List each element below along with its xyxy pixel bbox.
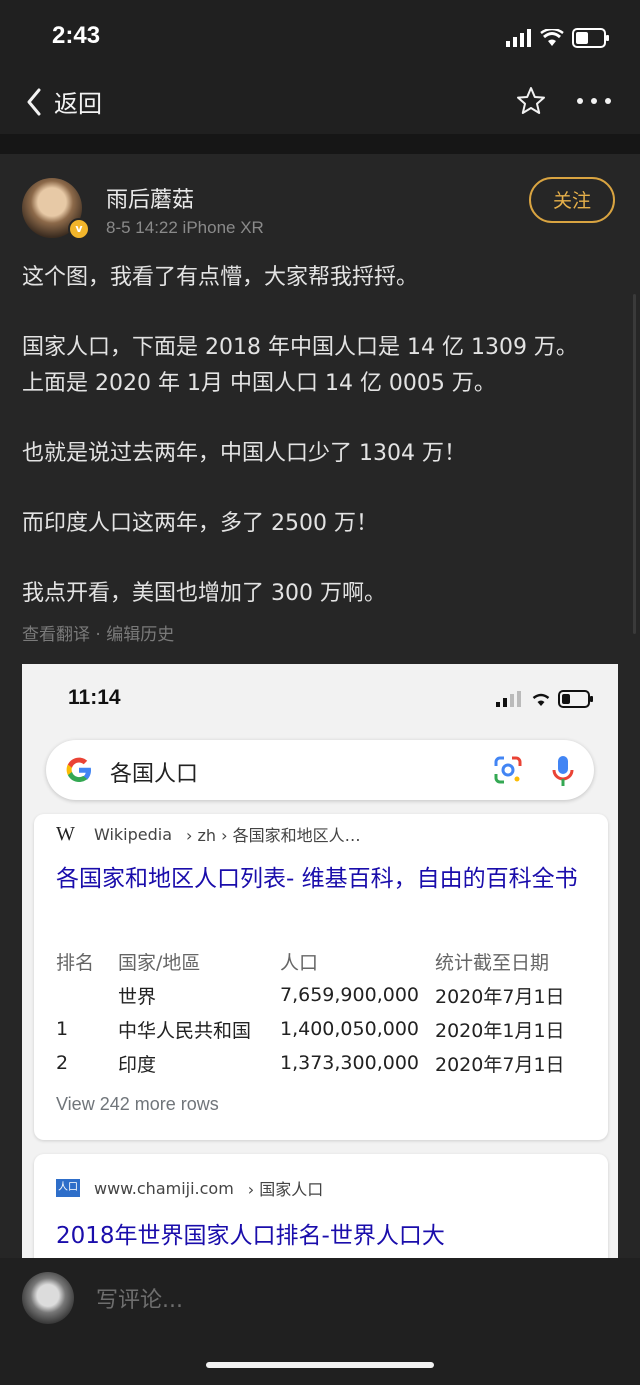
source-path: › 国家人口: [247, 1180, 324, 1199]
view-more-rows-link[interactable]: View 242 more rows: [56, 1094, 219, 1115]
divider: [0, 134, 640, 154]
source-site: www.chamiji.com: [94, 1178, 234, 1198]
image-status-time: 11:14: [68, 686, 121, 709]
google-search-box[interactable]: 各国人口: [46, 740, 594, 800]
result-source: W Wikipedia › zh › 各国家和地区人…: [56, 822, 361, 846]
search-result-wikipedia[interactable]: W Wikipedia › zh › 各国家和地区人… 各国家和地区人口列表- …: [34, 814, 608, 1140]
table-cell: 2020年1月1日: [435, 1019, 565, 1042]
table-header: 排名: [56, 951, 95, 974]
table-row: 1 中华人民共和国 1,400,050,000 2020年1月1日: [56, 1012, 605, 1046]
comment-input[interactable]: 写评论...: [96, 1282, 183, 1314]
table-cell: 世界: [118, 985, 157, 1008]
comment-bar: 写评论...: [0, 1258, 640, 1385]
signal-icon: [496, 691, 521, 707]
google-lens-icon[interactable]: [492, 754, 524, 786]
battery-icon: [558, 690, 593, 708]
table-header: 人口: [280, 951, 319, 974]
user-avatar[interactable]: [22, 1272, 74, 1324]
back-label: 返回: [54, 90, 102, 118]
post-paragraph: 这个图，我看了有点懵，大家帮我捋捋。: [22, 265, 419, 290]
scrollbar[interactable]: [633, 294, 636, 634]
signal-icon: [506, 29, 531, 47]
nav-bar: 返回: [0, 72, 640, 134]
table-header: 国家/地區: [118, 951, 201, 974]
wifi-icon: [532, 693, 550, 706]
table-cell: 2: [56, 1052, 69, 1074]
site-favicon-icon: 人口: [56, 1179, 80, 1197]
post-paragraph: 也就是说过去两年，中国人口少了 1304 万！: [22, 441, 466, 466]
table-cell: [56, 978, 118, 1012]
battery-icon: [572, 28, 609, 48]
population-table: 排名 国家/地區 人口 统计截至日期 世界 7,659,900,000 2020…: [56, 944, 605, 1080]
table-cell: 1,400,050,000: [280, 1018, 420, 1040]
table-cell: 中华人民共和国: [118, 1019, 252, 1042]
star-icon[interactable]: [516, 86, 546, 116]
translate-history-links[interactable]: 查看翻译 · 编辑历史: [22, 620, 174, 645]
status-icons: [506, 28, 610, 48]
table-cell: 1,373,300,000: [280, 1052, 420, 1074]
chevron-left-icon: [27, 88, 41, 115]
table-cell: 7,659,900,000: [280, 984, 420, 1006]
image-status-icons: [496, 690, 594, 708]
back-button[interactable]: 返回: [26, 84, 102, 119]
table-row: 2 印度 1,373,300,000 2020年7月1日: [56, 1046, 605, 1080]
table-header: 统计截至日期: [435, 951, 550, 974]
microphone-icon[interactable]: [552, 754, 574, 788]
source-path: › zh › 各国家和地区人…: [186, 826, 361, 845]
follow-button[interactable]: 关注: [529, 177, 615, 223]
status-bar: 2:43: [0, 0, 640, 72]
table-header-row: 排名 国家/地區 人口 统计截至日期: [56, 944, 605, 978]
post-paragraph: 而印度人口这两年，多了 2500 万！: [22, 511, 378, 536]
result-source: 人口 www.chamiji.com › 国家人口: [56, 1176, 323, 1200]
nav-actions: [516, 86, 612, 116]
verified-badge: v: [68, 218, 90, 240]
post-paragraph: 上面是 2020 年 1月 中国人口 14 亿 0005 万。: [22, 371, 496, 396]
post-paragraph: 我点开看，美国也增加了 300 万啊。: [22, 581, 386, 606]
author-name[interactable]: 雨后蘑菇: [106, 182, 194, 214]
result-title-link[interactable]: 2018年世界国家人口排名-世界人口大: [56, 1216, 596, 1250]
wikipedia-icon: W: [56, 822, 75, 845]
more-icon[interactable]: [576, 96, 612, 106]
status-time: 2:43: [52, 22, 101, 49]
search-result-chamiji[interactable]: 人口 www.chamiji.com › 国家人口 2018年世界国家人口排名-…: [34, 1154, 608, 1258]
search-query: 各国人口: [110, 762, 199, 787]
post: v 雨后蘑菇 8-5 14:22 iPhone XR 关注 这个图，我看了有点懵…: [0, 154, 640, 1258]
home-indicator[interactable]: [206, 1362, 434, 1368]
table-row: 世界 7,659,900,000 2020年7月1日: [56, 978, 605, 1012]
wifi-icon: [540, 29, 564, 46]
table-cell: 印度: [118, 1053, 157, 1076]
post-body: 这个图，我看了有点懵，大家帮我捋捋。 国家人口，下面是 2018 年中国人口是 …: [22, 260, 622, 612]
table-cell: 2020年7月1日: [435, 1053, 565, 1076]
post-image[interactable]: 11:14 各国人口 W Wikipedia › zh › 各国家和地区人… 各…: [22, 664, 618, 1258]
post-paragraph: 国家人口，下面是 2018 年中国人口是 14 亿 1309 万。: [22, 335, 578, 360]
google-logo-icon: [66, 757, 91, 782]
source-site: Wikipedia: [94, 824, 173, 844]
table-cell: 1: [56, 1018, 69, 1040]
result-title-link[interactable]: 各国家和地区人口列表- 维基百科，自由的百科全书: [56, 862, 586, 896]
table-cell: 2020年7月1日: [435, 985, 565, 1008]
post-meta: 8-5 14:22 iPhone XR: [106, 218, 264, 237]
